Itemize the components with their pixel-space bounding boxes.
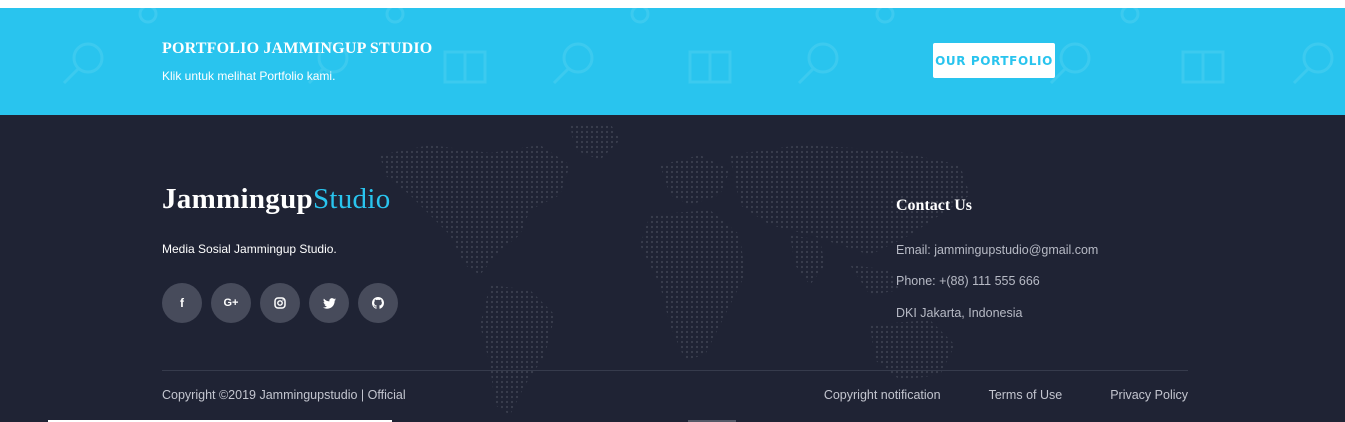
facebook-icon: f <box>180 296 184 310</box>
instagram-button[interactable] <box>260 283 300 323</box>
world-map-icon <box>380 123 970 415</box>
contact-title: Contact Us <box>896 197 972 214</box>
brand-accent: Studio <box>312 183 391 215</box>
twitter-icon <box>322 297 336 309</box>
contact-email: Email: jammingupstudio@gmail.com <box>896 243 1099 257</box>
google-plus-icon: G+ <box>223 296 239 309</box>
banner-title: PORTFOLIO JAMMINGUP STUDIO <box>162 40 433 57</box>
brand-primary: Jammingup <box>162 183 313 215</box>
footer-divider <box>162 370 1188 371</box>
footer: JammingupStudio Media Sosial Jammingup S… <box>0 115 1345 422</box>
copyright-text: Copyright ©2019 Jammingupstudio | Offici… <box>162 388 406 402</box>
top-strip <box>0 0 1345 8</box>
github-icon <box>372 297 384 309</box>
our-portfolio-button[interactable]: OUR PORTFOLIO <box>933 43 1055 78</box>
terms-of-use-link[interactable]: Terms of Use <box>989 388 1063 402</box>
contact-address: DKI Jakarta, Indonesia <box>896 306 1023 320</box>
social-description: Media Sosial Jammingup Studio. <box>162 242 337 256</box>
instagram-icon <box>274 297 286 309</box>
footer-links: Copyright notification Terms of Use Priv… <box>824 388 1188 402</box>
banner-subtitle: Klik untuk melihat Portfolio kami. <box>162 69 336 83</box>
copyright-notification-link[interactable]: Copyright notification <box>824 388 941 402</box>
brand-logo: JammingupStudio <box>162 183 391 216</box>
privacy-policy-link[interactable]: Privacy Policy <box>1110 388 1188 402</box>
twitter-button[interactable] <box>309 283 349 323</box>
github-button[interactable] <box>358 283 398 323</box>
portfolio-banner: PORTFOLIO JAMMINGUP STUDIO Klik untuk me… <box>0 8 1345 115</box>
google-plus-button[interactable]: G+ <box>211 283 251 323</box>
social-links: f G+ <box>162 283 398 323</box>
facebook-button[interactable]: f <box>162 283 202 323</box>
contact-phone: Phone: +(88) 111 555 666 <box>896 274 1040 288</box>
banner-pattern-icon <box>62 8 1334 85</box>
